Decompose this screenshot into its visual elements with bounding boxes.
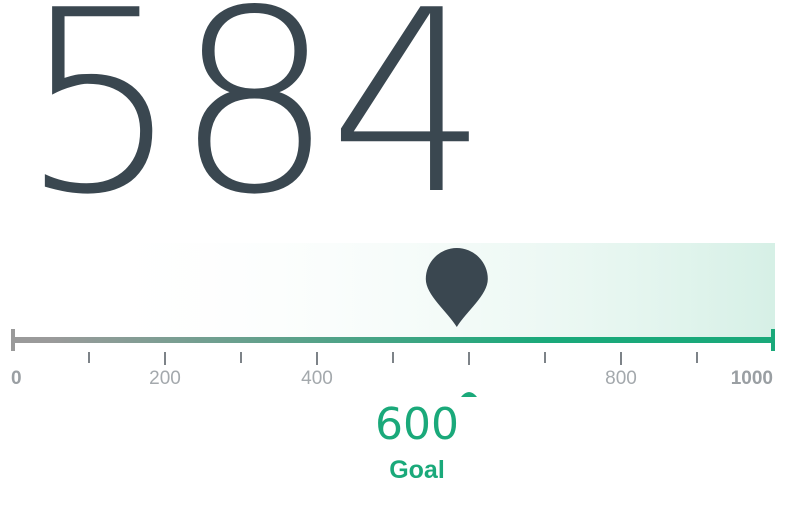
tick-label: 1000 — [731, 368, 773, 389]
meter-band — [80, 243, 775, 338]
major-tick — [468, 352, 470, 365]
meter-ticks — [88, 352, 698, 365]
minor-tick — [240, 352, 242, 363]
meter-track — [13, 337, 773, 343]
minor-tick — [88, 352, 90, 363]
major-tick — [316, 352, 318, 365]
minor-tick — [392, 352, 394, 363]
meter-tick-labels: 0 200 400 800 1000 — [11, 368, 773, 389]
meter-end-cap — [771, 329, 775, 351]
minor-tick — [544, 352, 546, 363]
meter-start-cap — [11, 329, 15, 351]
tick-label: 400 — [301, 368, 333, 389]
major-tick — [620, 352, 622, 365]
minor-tick — [696, 352, 698, 363]
goal-pointer-icon — [461, 392, 477, 397]
major-tick — [164, 352, 166, 365]
goal-label: Goal — [389, 456, 445, 484]
tick-label: 200 — [149, 368, 181, 389]
goal-value: 600 — [375, 399, 459, 450]
tick-label: 0 — [11, 368, 22, 389]
tick-label: 800 — [605, 368, 637, 389]
